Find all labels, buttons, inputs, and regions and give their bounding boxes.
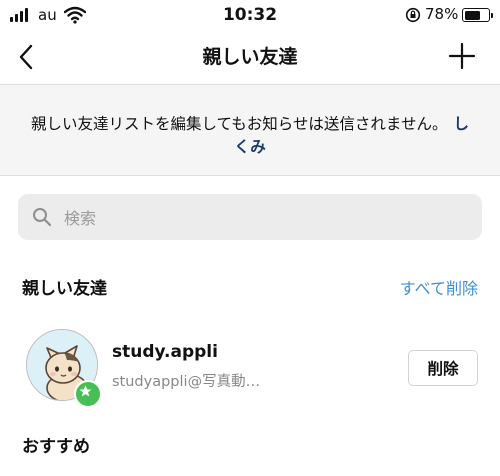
remove-all-button[interactable]: すべて削除 <box>400 275 478 299</box>
battery-percent: 78% <box>425 5 459 23</box>
remove-friend-button[interactable]: 削除 <box>408 350 478 386</box>
info-banner: 親しい友達リストを編集してもお知らせは送信されません。 しくみ <box>0 84 500 176</box>
friend-username: study.appli <box>112 342 218 362</box>
list-item[interactable]: study.appli studyappli@写真動… 削除 <box>0 322 500 408</box>
search-bar <box>18 194 482 240</box>
page-title: 親しい友達 <box>202 46 298 68</box>
section-title-close-friends: 親しい友達 <box>22 279 107 299</box>
star-badge <box>74 380 102 408</box>
nav-bar: 親しい友達 <box>0 30 500 84</box>
star-icon <box>79 385 92 397</box>
search-icon <box>33 208 52 227</box>
section-title-suggested: おすすめ <box>22 437 90 457</box>
search-input[interactable] <box>62 202 466 234</box>
orientation-lock-icon <box>405 7 421 23</box>
friend-subtitle: studyappli@写真動… <box>112 374 261 390</box>
battery-icon <box>462 8 493 22</box>
info-text: 親しい友達リストを編集してもお知らせは送信されません。 <box>30 115 448 133</box>
status-bar: au 10:32 78% <box>0 0 500 30</box>
plus-icon[interactable] <box>447 41 477 71</box>
